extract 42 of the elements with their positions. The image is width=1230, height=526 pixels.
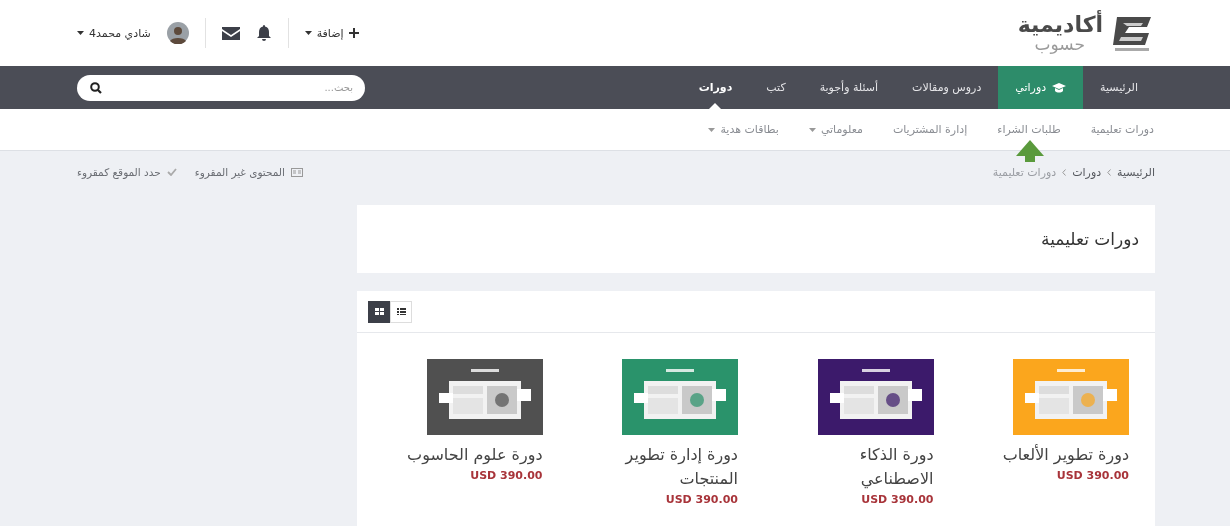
caret-icon (304, 31, 312, 35)
pointer-arrow (1016, 140, 1044, 162)
user-menu[interactable]: شادي محمد4 (77, 26, 151, 40)
course-title[interactable]: دورة علوم الحاسوب (407, 443, 543, 467)
list-view-button[interactable] (390, 300, 412, 323)
reader-icon (291, 167, 303, 177)
course-title[interactable]: دورة إدارة تطوير المنتجات (588, 443, 738, 491)
subnav-link[interactable]: بطاقات هدية (708, 123, 779, 136)
breadcrumb-link[interactable]: الرئيسية (1117, 165, 1155, 179)
nav-tab[interactable]: دروس ومقالات (895, 66, 999, 109)
toolbar-link[interactable]: حدد الموقع كمقروء (77, 166, 177, 178)
logo-subtitle: حسوب (1034, 35, 1085, 53)
mail-icon[interactable] (221, 26, 240, 40)
notifications-icon[interactable] (255, 24, 272, 42)
course-price: USD 390.00 (861, 493, 934, 506)
plus-icon (348, 28, 359, 38)
grid-view-button[interactable] (368, 300, 390, 323)
check-icon (166, 168, 177, 176)
avatar[interactable] (166, 22, 189, 44)
nav-tab[interactable]: الرئيسية (1083, 66, 1155, 109)
toolbar-link[interactable]: المحتوى غير المقروء (194, 166, 303, 178)
course-price: USD 390.00 (1056, 469, 1129, 482)
course-title[interactable]: دورة الذكاء الاصطناعي (783, 443, 934, 491)
caret-icon (77, 31, 84, 35)
add-menu[interactable]: إضافة (304, 26, 359, 40)
nav-tab[interactable]: كتب (749, 66, 803, 109)
subnav-link[interactable]: إدارة المشتريات (892, 123, 968, 136)
subnav-link[interactable]: دورات تعليمية (1090, 123, 1154, 136)
subnav-link[interactable]: طلبات الشراء (997, 123, 1061, 136)
nav-tab[interactable]: دوراتي (998, 66, 1084, 109)
chevron-icon (1062, 168, 1067, 176)
list-icon (396, 308, 406, 315)
course-price: USD 390.00 (665, 493, 738, 506)
search-icon[interactable] (90, 81, 102, 94)
page-title: دورات تعليمية (1041, 229, 1139, 249)
nav-tab[interactable]: أسئلة وأجوبة (802, 66, 896, 109)
breadcrumb-link[interactable]: دورات (1072, 165, 1102, 179)
chevron-icon (1107, 168, 1112, 176)
search-field[interactable]: بحث... (77, 74, 365, 101)
grid-icon (374, 308, 384, 315)
course-price: USD 390.00 (470, 469, 543, 482)
course-title[interactable]: دورة تطوير الألعاب (1002, 443, 1129, 467)
